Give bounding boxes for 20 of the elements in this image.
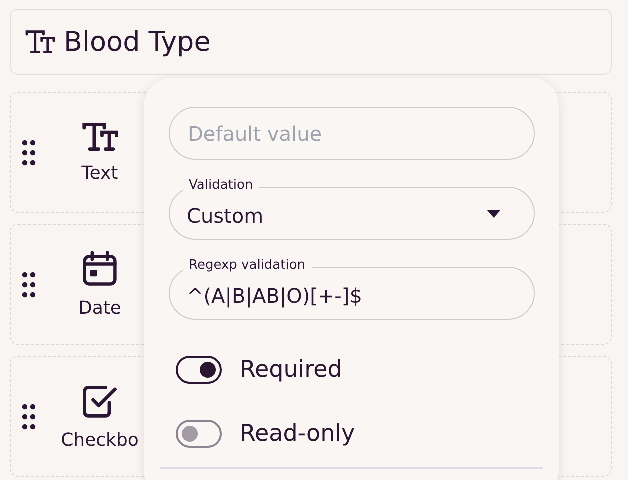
- text-format-icon: [81, 121, 119, 153]
- drag-handle-icon[interactable]: [22, 404, 36, 430]
- toggle-label: Required: [240, 357, 342, 383]
- toggle-label: Read-only: [240, 421, 356, 447]
- field-label: Regexp validation: [183, 257, 312, 275]
- field-title: Blood Type: [64, 26, 211, 58]
- field-type-label: Text: [82, 163, 118, 184]
- toggle-switch[interactable]: [176, 356, 222, 384]
- field-type-label: Date: [78, 298, 122, 319]
- dropdown-caret-icon: [487, 210, 501, 218]
- toggle-switch[interactable]: [176, 420, 222, 448]
- default-value-field[interactable]: Default value: [169, 107, 535, 160]
- regexp-field[interactable]: Regexp validation ^(A|B|AB|O)[+-]$: [169, 257, 535, 320]
- validation-select[interactable]: Validation Custom: [169, 177, 535, 240]
- drag-handle-icon[interactable]: [22, 272, 36, 298]
- calendar-icon: [81, 250, 119, 288]
- text-format-icon: [24, 29, 56, 55]
- field-type-label: Checkbo: [61, 430, 139, 451]
- title-field[interactable]: Blood Type: [10, 9, 612, 75]
- drag-handle-icon[interactable]: [22, 140, 36, 166]
